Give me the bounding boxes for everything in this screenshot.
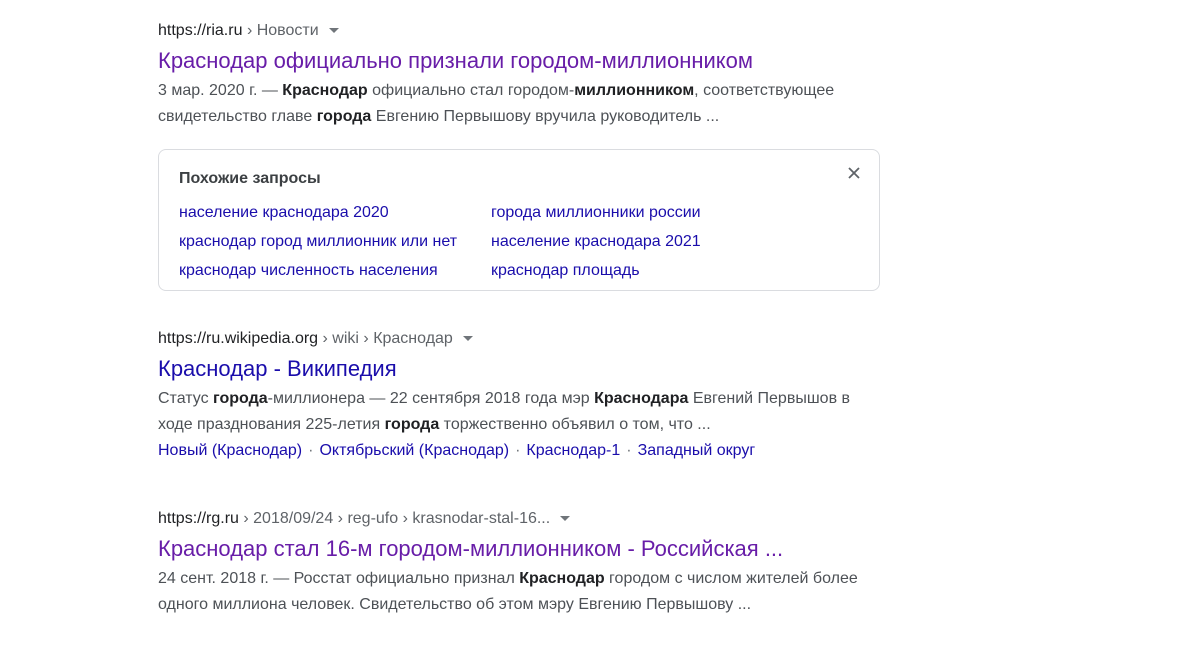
related-search-link[interactable]: население краснодара 2020: [179, 202, 491, 224]
related-searches-title: Похожие запросы: [179, 170, 321, 187]
search-result: https://rg.ru › 2018/09/24 › reg-ufo › k…: [158, 509, 878, 618]
result-url[interactable]: https://ru.wikipedia.org › wiki › Красно…: [158, 329, 878, 349]
result-snippet: 3 мар. 2020 г. — Краснодар официально ст…: [158, 78, 878, 130]
sitelink[interactable]: Октябрьский (Краснодар): [319, 442, 509, 459]
sitelink[interactable]: Западный округ: [638, 442, 756, 459]
snippet-highlight: миллионником: [574, 82, 695, 99]
snippet-text: официально стал городом-: [367, 82, 575, 99]
result-snippet: Статус города-миллионера — 22 сентября 2…: [158, 386, 878, 438]
related-search-link[interactable]: краснодар город миллионник или нет: [179, 231, 491, 253]
related-search-link[interactable]: города миллионники россии: [491, 202, 803, 224]
snippet-highlight: Краснодар: [519, 570, 605, 587]
snippet-highlight: города: [384, 416, 440, 433]
snippet-highlight: города: [213, 390, 268, 407]
result-url[interactable]: https://rg.ru › 2018/09/24 › reg-ufo › k…: [158, 509, 878, 529]
search-result: https://ru.wikipedia.org › wiki › Красно…: [158, 329, 878, 464]
result-snippet: 24 сент. 2018 г. — Росстат официально пр…: [158, 566, 878, 618]
snippet-text: 24 сент. 2018 г. — Росстат официально пр…: [158, 570, 520, 587]
sitelink[interactable]: Краснодар-1: [526, 442, 620, 459]
snippet-highlight: Краснодар: [282, 82, 368, 99]
result-title[interactable]: Краснодар официально признали городом-ми…: [158, 47, 878, 75]
result-title[interactable]: Краснодар стал 16-м городом-миллионником…: [158, 535, 878, 563]
search-result: https://ria.ru › Новости Краснодар офици…: [158, 21, 878, 130]
snippet-text: торжественно объявил о том, что ...: [439, 416, 711, 433]
chevron-down-icon[interactable]: [462, 336, 473, 342]
snippet-highlight: Краснодара: [594, 390, 689, 407]
related-search-link[interactable]: краснодар площадь: [491, 260, 803, 282]
result-url[interactable]: https://ria.ru › Новости: [158, 21, 878, 41]
related-search-link[interactable]: население краснодара 2021: [491, 231, 803, 253]
snippet-text: Евгению Первышову вручила руководитель .…: [371, 108, 720, 125]
chevron-down-icon[interactable]: [328, 28, 339, 34]
snippet-highlight: города: [316, 108, 372, 125]
close-icon[interactable]: [847, 166, 861, 180]
related-search-link[interactable]: краснодар численность населения: [179, 260, 491, 282]
snippet-text: 3 мар. 2020 г. —: [158, 82, 283, 99]
result-sitelinks: Новый (Краснодар) · Октябрьский (Краснодар…: [158, 442, 756, 459]
snippet-text: -миллионера — 22 сентября 2018 года мэр: [267, 390, 595, 407]
related-searches-list: население краснодара 2020 города миллион…: [179, 202, 803, 282]
result-title[interactable]: Краснодар - Википедия: [158, 355, 878, 383]
sitelink[interactable]: Новый (Краснодар): [158, 442, 302, 459]
chevron-down-icon[interactable]: [560, 516, 571, 522]
snippet-text: Статус: [158, 390, 214, 407]
related-searches-panel: Похожие запросы население краснодара 202…: [158, 149, 880, 291]
